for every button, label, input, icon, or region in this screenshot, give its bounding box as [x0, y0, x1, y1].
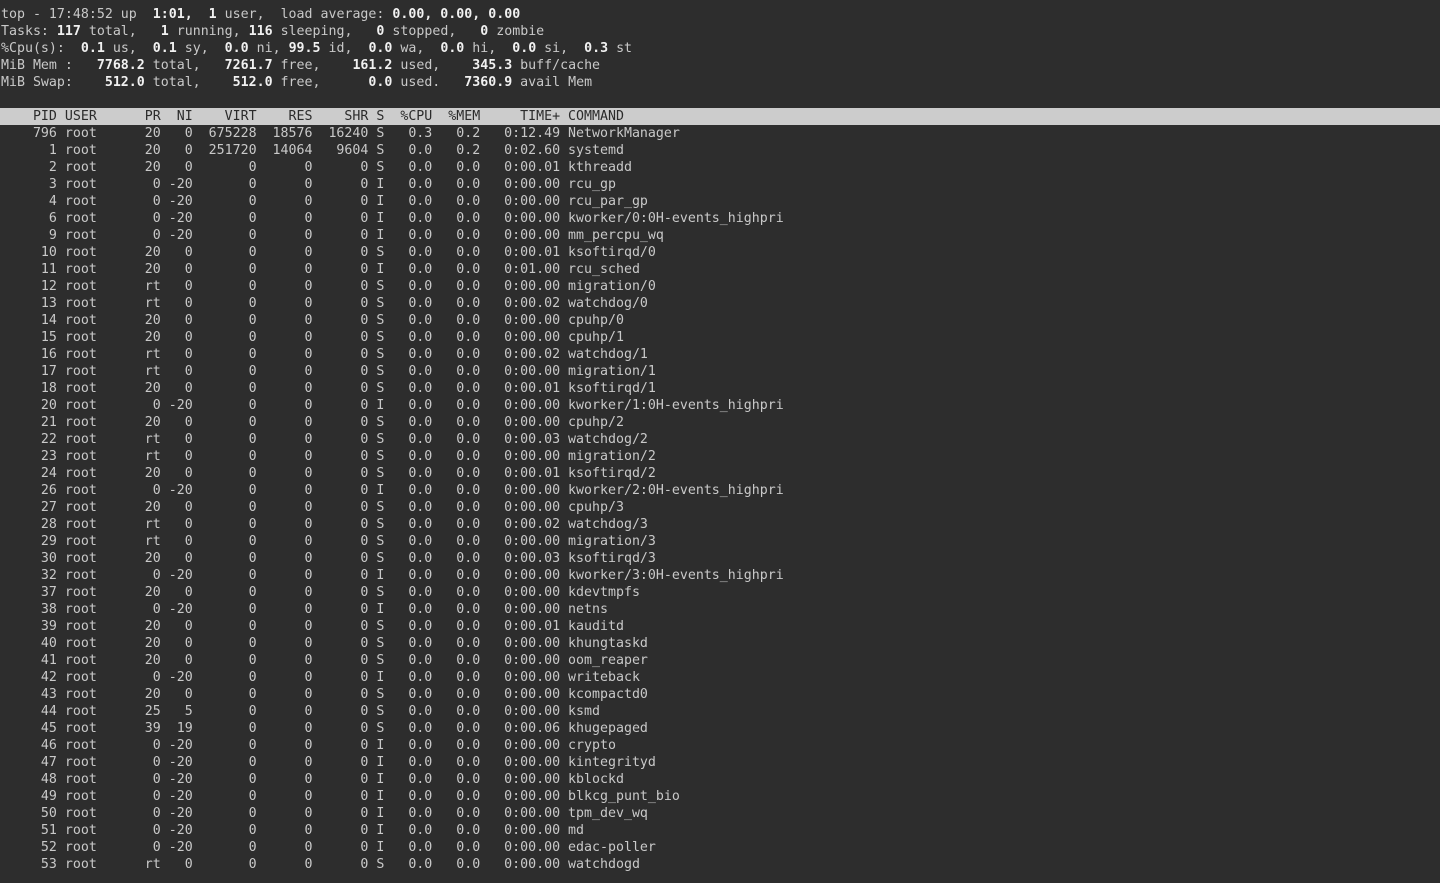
summary-line-1: Tasks: 117 total, 1 running, 116 sleepin…	[0, 23, 1440, 40]
process-table-header: PID USER PR NI VIRT RES SHR S %CPU %MEM …	[0, 108, 1440, 125]
process-row: 51 root 0 -20 0 0 0 I 0.0 0.0 0:00.00 md	[0, 822, 1440, 839]
process-row: 30 root 20 0 0 0 0 S 0.0 0.0 0:00.03 kso…	[0, 550, 1440, 567]
process-row: 1 root 20 0 251720 14064 9604 S 0.0 0.2 …	[0, 142, 1440, 159]
process-row: 50 root 0 -20 0 0 0 I 0.0 0.0 0:00.00 tp…	[0, 805, 1440, 822]
process-row: 53 root rt 0 0 0 0 S 0.0 0.0 0:00.00 wat…	[0, 856, 1440, 873]
top-summary: top - 17:48:52 up 1:01, 1 user, load ave…	[0, 6, 1440, 91]
process-row: 17 root rt 0 0 0 0 S 0.0 0.0 0:00.00 mig…	[0, 363, 1440, 380]
process-row: 29 root rt 0 0 0 0 S 0.0 0.0 0:00.00 mig…	[0, 533, 1440, 550]
process-row: 3 root 0 -20 0 0 0 I 0.0 0.0 0:00.00 rcu…	[0, 176, 1440, 193]
process-row: 11 root 20 0 0 0 0 I 0.0 0.0 0:01.00 rcu…	[0, 261, 1440, 278]
process-row: 45 root 39 19 0 0 0 S 0.0 0.0 0:00.06 kh…	[0, 720, 1440, 737]
summary-line-2: %Cpu(s): 0.1 us, 0.1 sy, 0.0 ni, 99.5 id…	[0, 40, 1440, 57]
process-row: 41 root 20 0 0 0 0 S 0.0 0.0 0:00.00 oom…	[0, 652, 1440, 669]
process-row: 52 root 0 -20 0 0 0 I 0.0 0.0 0:00.00 ed…	[0, 839, 1440, 856]
process-row: 42 root 0 -20 0 0 0 I 0.0 0.0 0:00.00 wr…	[0, 669, 1440, 686]
process-row: 49 root 0 -20 0 0 0 I 0.0 0.0 0:00.00 bl…	[0, 788, 1440, 805]
process-row: 4 root 0 -20 0 0 0 I 0.0 0.0 0:00.00 rcu…	[0, 193, 1440, 210]
process-row: 39 root 20 0 0 0 0 S 0.0 0.0 0:00.01 kau…	[0, 618, 1440, 635]
process-table: 796 root 20 0 675228 18576 16240 S 0.3 0…	[0, 125, 1440, 873]
process-row: 12 root rt 0 0 0 0 S 0.0 0.0 0:00.00 mig…	[0, 278, 1440, 295]
process-row: 21 root 20 0 0 0 0 S 0.0 0.0 0:00.00 cpu…	[0, 414, 1440, 431]
process-row: 44 root 25 5 0 0 0 S 0.0 0.0 0:00.00 ksm…	[0, 703, 1440, 720]
process-row: 32 root 0 -20 0 0 0 I 0.0 0.0 0:00.00 kw…	[0, 567, 1440, 584]
process-row: 6 root 0 -20 0 0 0 I 0.0 0.0 0:00.00 kwo…	[0, 210, 1440, 227]
process-row: 2 root 20 0 0 0 0 S 0.0 0.0 0:00.01 kthr…	[0, 159, 1440, 176]
process-row: 24 root 20 0 0 0 0 S 0.0 0.0 0:00.01 kso…	[0, 465, 1440, 482]
terminal-screen[interactable]: top - 17:48:52 up 1:01, 1 user, load ave…	[0, 0, 1440, 883]
summary-line-0: top - 17:48:52 up 1:01, 1 user, load ave…	[0, 6, 1440, 23]
process-row: 46 root 0 -20 0 0 0 I 0.0 0.0 0:00.00 cr…	[0, 737, 1440, 754]
process-row: 40 root 20 0 0 0 0 S 0.0 0.0 0:00.00 khu…	[0, 635, 1440, 652]
process-row: 9 root 0 -20 0 0 0 I 0.0 0.0 0:00.00 mm_…	[0, 227, 1440, 244]
process-row: 38 root 0 -20 0 0 0 I 0.0 0.0 0:00.00 ne…	[0, 601, 1440, 618]
process-row: 20 root 0 -20 0 0 0 I 0.0 0.0 0:00.00 kw…	[0, 397, 1440, 414]
summary-line-3: MiB Mem : 7768.2 total, 7261.7 free, 161…	[0, 57, 1440, 74]
process-row: 47 root 0 -20 0 0 0 I 0.0 0.0 0:00.00 ki…	[0, 754, 1440, 771]
process-row: 26 root 0 -20 0 0 0 I 0.0 0.0 0:00.00 kw…	[0, 482, 1440, 499]
process-row: 43 root 20 0 0 0 0 S 0.0 0.0 0:00.00 kco…	[0, 686, 1440, 703]
process-row: 796 root 20 0 675228 18576 16240 S 0.3 0…	[0, 125, 1440, 142]
blank-line	[0, 91, 1440, 108]
process-row: 28 root rt 0 0 0 0 S 0.0 0.0 0:00.02 wat…	[0, 516, 1440, 533]
process-row: 37 root 20 0 0 0 0 S 0.0 0.0 0:00.00 kde…	[0, 584, 1440, 601]
process-row: 13 root rt 0 0 0 0 S 0.0 0.0 0:00.02 wat…	[0, 295, 1440, 312]
process-row: 48 root 0 -20 0 0 0 I 0.0 0.0 0:00.00 kb…	[0, 771, 1440, 788]
process-row: 22 root rt 0 0 0 0 S 0.0 0.0 0:00.03 wat…	[0, 431, 1440, 448]
summary-line-4: MiB Swap: 512.0 total, 512.0 free, 0.0 u…	[0, 74, 1440, 91]
process-row: 10 root 20 0 0 0 0 S 0.0 0.0 0:00.01 kso…	[0, 244, 1440, 261]
process-row: 27 root 20 0 0 0 0 S 0.0 0.0 0:00.00 cpu…	[0, 499, 1440, 516]
process-row: 14 root 20 0 0 0 0 S 0.0 0.0 0:00.00 cpu…	[0, 312, 1440, 329]
process-row: 18 root 20 0 0 0 0 S 0.0 0.0 0:00.01 kso…	[0, 380, 1440, 397]
process-row: 16 root rt 0 0 0 0 S 0.0 0.0 0:00.02 wat…	[0, 346, 1440, 363]
process-row: 15 root 20 0 0 0 0 S 0.0 0.0 0:00.00 cpu…	[0, 329, 1440, 346]
process-row: 23 root rt 0 0 0 0 S 0.0 0.0 0:00.00 mig…	[0, 448, 1440, 465]
